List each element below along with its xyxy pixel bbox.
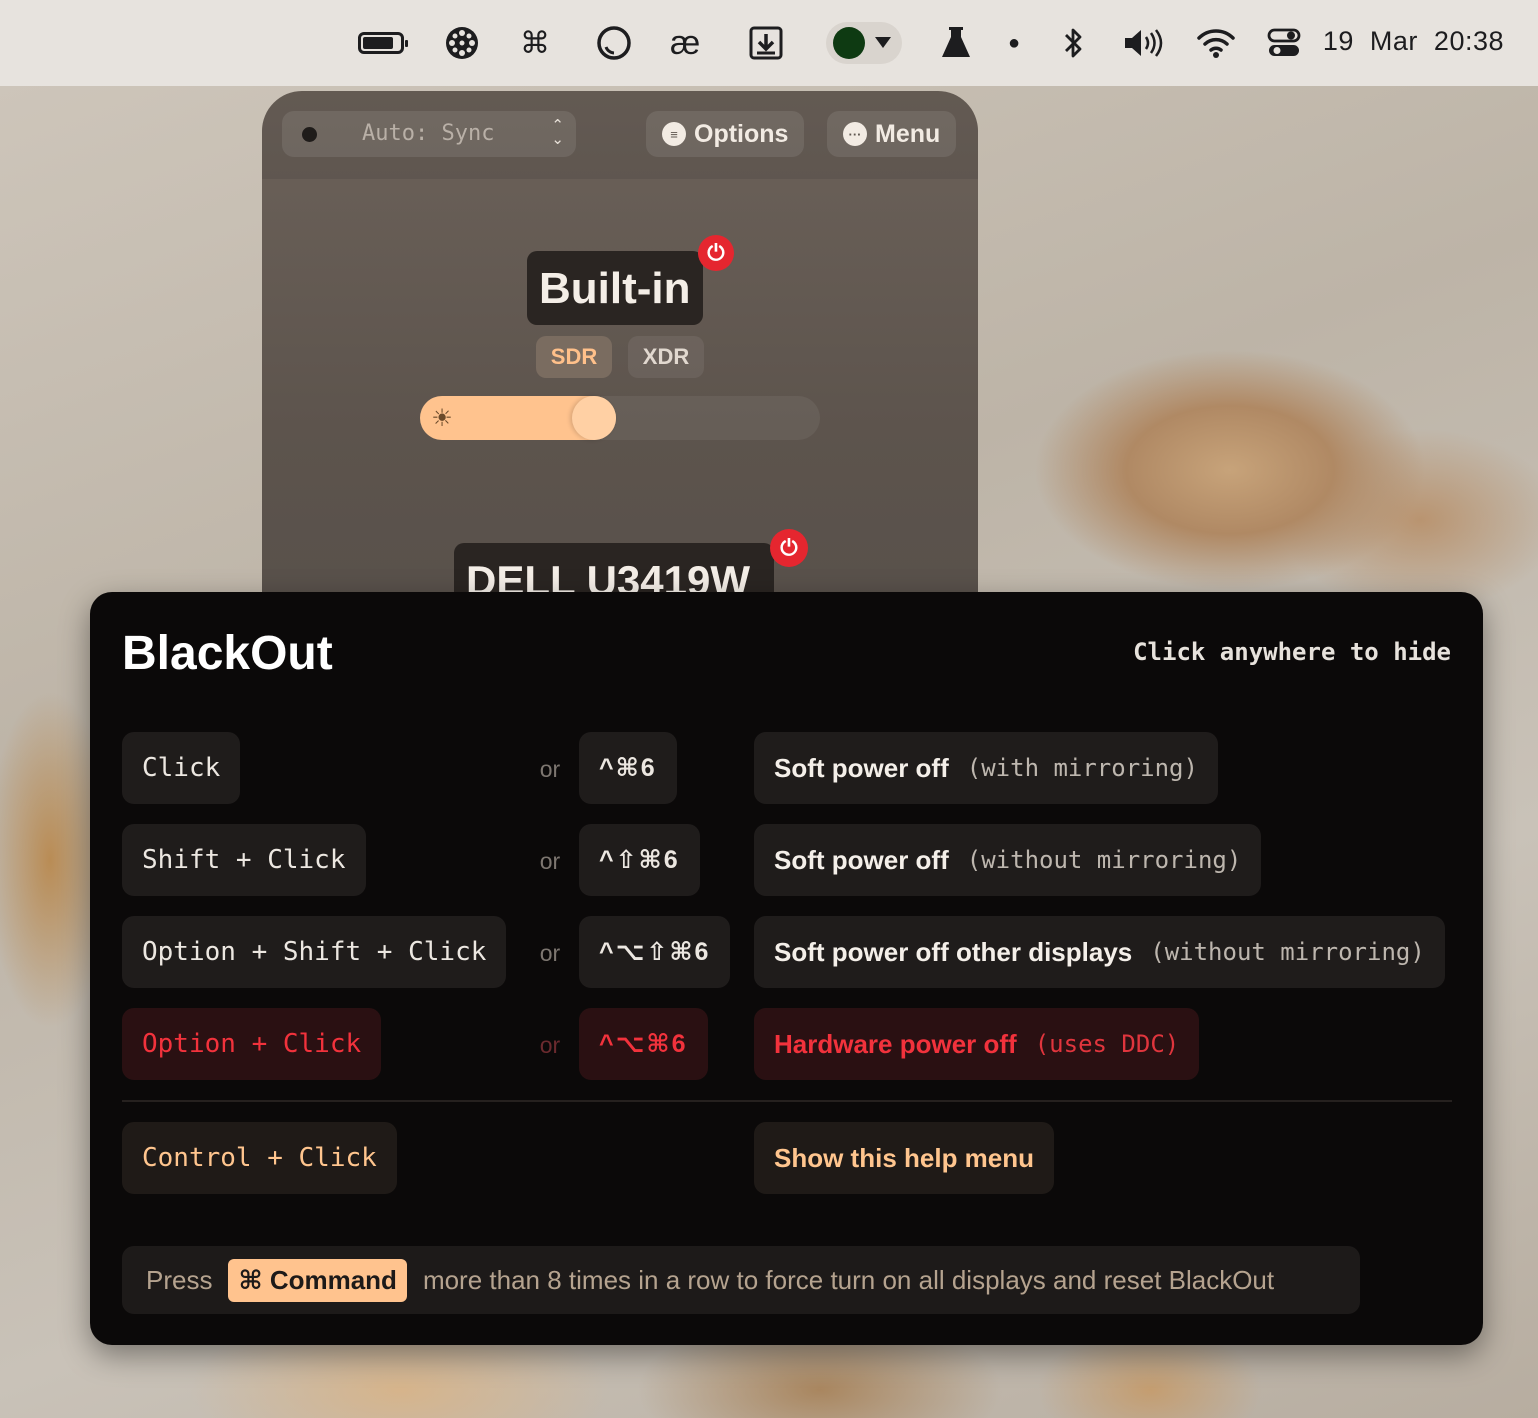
battery-icon[interactable] <box>358 22 408 64</box>
chevron-updown-icon: ⌃ ⌄ <box>551 117 564 148</box>
bluetooth-icon[interactable] <box>1062 22 1086 64</box>
hide-hint: Click anywhere to hide <box>1133 638 1451 666</box>
blackout-help-overlay[interactable]: BlackOut Click anywhere to hide Click or… <box>90 592 1483 1345</box>
reset-footer: Press ⌘ Command more than 8 times in a r… <box>122 1246 1360 1314</box>
download-box-icon[interactable] <box>748 22 784 64</box>
or-label: or <box>539 756 561 782</box>
menu-bar: ⌘ æ ● 19 Mar 20:38 <box>0 0 1538 86</box>
action-label: Hardware power off <box>774 1028 1017 1059</box>
dot-icon[interactable]: ● <box>1008 22 1020 64</box>
footer-rest: more than 8 times in a row to force turn… <box>422 1264 1275 1295</box>
mode-label: Auto: Sync <box>362 121 495 146</box>
brightness-slider[interactable]: ☀ <box>420 396 820 440</box>
options-button[interactable]: ≡ Options <box>646 111 805 157</box>
menu-label: Menu <box>875 119 941 148</box>
sun-icon: ☀ <box>431 404 453 432</box>
shortcut-key: ^⌥⇧⌘6 <box>579 916 731 988</box>
action-note: (without mirroring) <box>966 846 1242 874</box>
brightness-slider-knob[interactable] <box>572 396 616 440</box>
or-label: or <box>539 848 561 874</box>
green-dot-dropdown-icon[interactable] <box>826 22 902 64</box>
control-center-icon[interactable] <box>1266 22 1302 64</box>
menubar-time: 20:38 <box>1433 26 1504 56</box>
power-icon[interactable]: ⏻ <box>698 235 734 271</box>
menu-button[interactable]: ··· Menu <box>827 111 957 157</box>
action-soft-power-off-others: Soft power off other displays (without m… <box>754 916 1445 988</box>
volume-icon[interactable] <box>1122 22 1164 64</box>
command-icon[interactable]: ⌘ <box>520 22 550 64</box>
action-note: (without mirroring) <box>1150 938 1425 966</box>
divider <box>122 1100 1452 1102</box>
xdr-button[interactable]: XDR <box>628 336 704 378</box>
action-label: Soft power off other displays <box>774 936 1133 967</box>
ellipsis-icon: ··· <box>843 122 867 146</box>
adaptive-mode-select[interactable]: Auto: Sync ⌃ ⌄ <box>282 111 576 157</box>
lunar-panel: Auto: Sync ⌃ ⌄ ≡ Options ··· Menu Built-i… <box>262 91 978 651</box>
trigger-option-click: Option + Click <box>122 1008 382 1080</box>
action-soft-power-off-mirroring: Soft power off (with mirroring) <box>754 732 1218 804</box>
display-name-builtin: Built-in <box>527 251 703 325</box>
action-label: Soft power off <box>774 752 949 783</box>
wifi-icon[interactable] <box>1196 22 1236 64</box>
sdr-button[interactable]: SDR <box>536 336 612 378</box>
trigger-shift-click: Shift + Click <box>122 824 366 896</box>
trigger-click: Click <box>122 732 241 804</box>
shortcut-key: ^⇧⌘6 <box>579 824 700 896</box>
options-label: Options <box>694 119 789 148</box>
shortcut-key: ^⌘6 <box>579 732 677 804</box>
flask-icon[interactable] <box>940 22 972 64</box>
command-key-chip: ⌘ Command <box>228 1258 407 1302</box>
or-label: or <box>539 1032 561 1058</box>
action-show-help: Show this help menu <box>754 1122 1055 1194</box>
or-label: or <box>539 940 561 966</box>
menubar-clock[interactable]: 19 Mar 20:38 <box>1323 26 1504 57</box>
power-icon[interactable]: ⏻ <box>770 529 808 567</box>
menubar-date: 19 Mar <box>1322 26 1418 56</box>
action-hardware-power-off: Hardware power off (uses DDC) <box>754 1008 1200 1080</box>
mode-status-dot <box>302 127 317 142</box>
action-note: (uses DDC) <box>1034 1030 1180 1058</box>
action-label: Soft power off <box>774 844 949 875</box>
ae-icon[interactable]: æ <box>670 22 700 64</box>
action-note: (with mirroring) <box>966 754 1198 782</box>
lunar-wheel-icon[interactable] <box>444 22 480 64</box>
options-icon: ≡ <box>662 122 686 146</box>
trigger-control-click: Control + Click <box>122 1122 397 1194</box>
footer-press: Press <box>146 1264 213 1295</box>
trigger-option-shift-click: Option + Shift + Click <box>122 916 507 988</box>
shortcut-key: ^⌥⌘6 <box>579 1008 708 1080</box>
blackout-title: BlackOut <box>122 627 333 680</box>
action-soft-power-off-no-mirroring: Soft power off (without mirroring) <box>754 824 1262 896</box>
circle-icon[interactable] <box>596 22 632 64</box>
